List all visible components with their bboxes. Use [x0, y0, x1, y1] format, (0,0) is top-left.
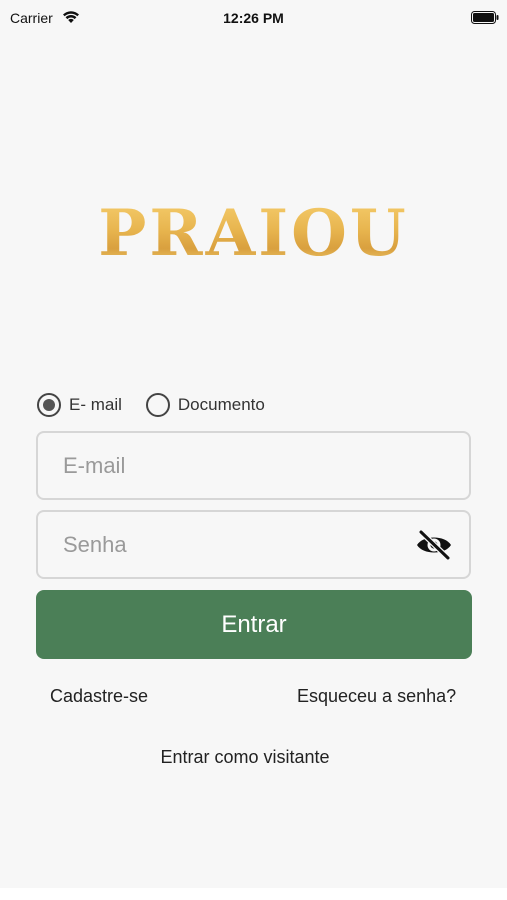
- email-field-container: [36, 431, 471, 500]
- status-bar: Carrier 12:26 PM: [0, 0, 507, 36]
- password-input[interactable]: [38, 512, 469, 577]
- email-input[interactable]: [38, 433, 469, 498]
- app-logo: PRAIOU: [0, 196, 507, 271]
- radio-email[interactable]: E- mail: [37, 393, 122, 417]
- register-link[interactable]: Cadastre-se: [50, 686, 148, 707]
- battery-icon: [471, 11, 499, 24]
- guest-login-link[interactable]: Entrar como visitante: [0, 747, 490, 768]
- login-button[interactable]: Entrar: [36, 590, 472, 659]
- radio-email-label: E- mail: [69, 395, 122, 414]
- login-type-selector: E- mail Documento: [37, 391, 265, 419]
- password-field-container: [36, 510, 471, 579]
- bottom-strip: [0, 888, 507, 900]
- radio-document-label: Documento: [177, 395, 265, 414]
- login-screen: Carrier 12:26 PM PRAIOU E- mail Document…: [0, 0, 507, 888]
- status-time: 12:26 PM: [223, 10, 284, 26]
- radio-document-indicator[interactable]: [145, 393, 170, 417]
- radio-document[interactable]: Documento: [145, 393, 265, 417]
- eye-off-icon[interactable]: [415, 529, 453, 561]
- forgot-password-link[interactable]: Esqueceu a senha?: [297, 686, 456, 707]
- radio-email-indicator[interactable]: [37, 393, 61, 417]
